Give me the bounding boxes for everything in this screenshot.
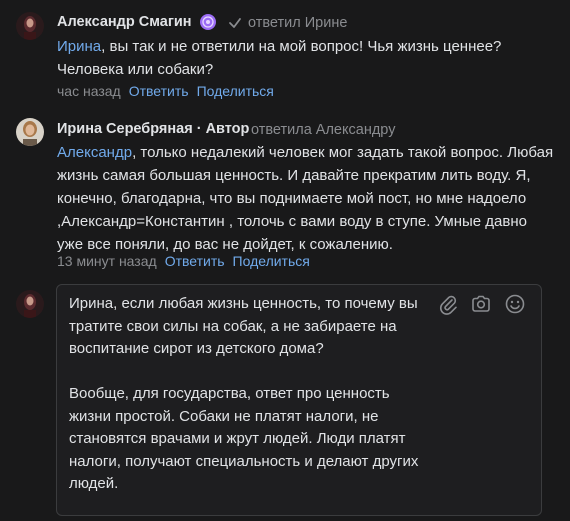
comment-meta: час назад Ответить Поделиться: [57, 83, 274, 99]
avatar[interactable]: [16, 118, 44, 146]
camera-icon[interactable]: [470, 293, 492, 315]
comment-author[interactable]: Ирина Серебряная · Автор: [57, 121, 249, 137]
comment-meta: 13 минут назад Ответить Поделиться: [57, 253, 310, 269]
mention-link[interactable]: Александр: [57, 144, 132, 161]
author-name[interactable]: Ирина Серебряная: [57, 121, 193, 137]
reply-button[interactable]: Ответить: [129, 83, 189, 99]
emoji-icon[interactable]: [504, 293, 526, 315]
paperclip-icon[interactable]: [437, 293, 459, 315]
share-button[interactable]: Поделиться: [197, 83, 274, 99]
share-button[interactable]: Поделиться: [233, 253, 310, 269]
comment-body: , только недалекий человек мог задать та…: [57, 144, 554, 253]
comment-composer[interactable]: Ирина, если любая жизнь ценность, то поч…: [56, 284, 542, 521]
comment-text: Александр, только недалекий человек мог …: [57, 141, 557, 256]
author-badge: · Автор: [192, 121, 250, 137]
comment-time[interactable]: 13 минут назад: [57, 253, 157, 269]
comment-author[interactable]: Александр Смагин: [57, 14, 192, 30]
replied-to[interactable]: ответил Ирине: [248, 15, 347, 31]
reply-arrow-icon: [228, 16, 242, 35]
comment-body: , вы так и не ответили на мой вопрос! Чь…: [57, 38, 502, 78]
comment-time[interactable]: час назад: [57, 83, 121, 99]
verified-badge-icon: [199, 13, 217, 36]
composer-textarea[interactable]: Ирина, если любая жизнь ценность, то поч…: [69, 293, 434, 521]
avatar[interactable]: [16, 12, 44, 40]
comment-text: Ирина, вы так и не ответили на мой вопро…: [57, 35, 547, 81]
avatar[interactable]: [16, 290, 44, 318]
mention-link[interactable]: Ирина: [57, 38, 101, 55]
reply-button[interactable]: Ответить: [165, 253, 225, 269]
replied-to[interactable]: ответила Александру: [251, 122, 395, 138]
